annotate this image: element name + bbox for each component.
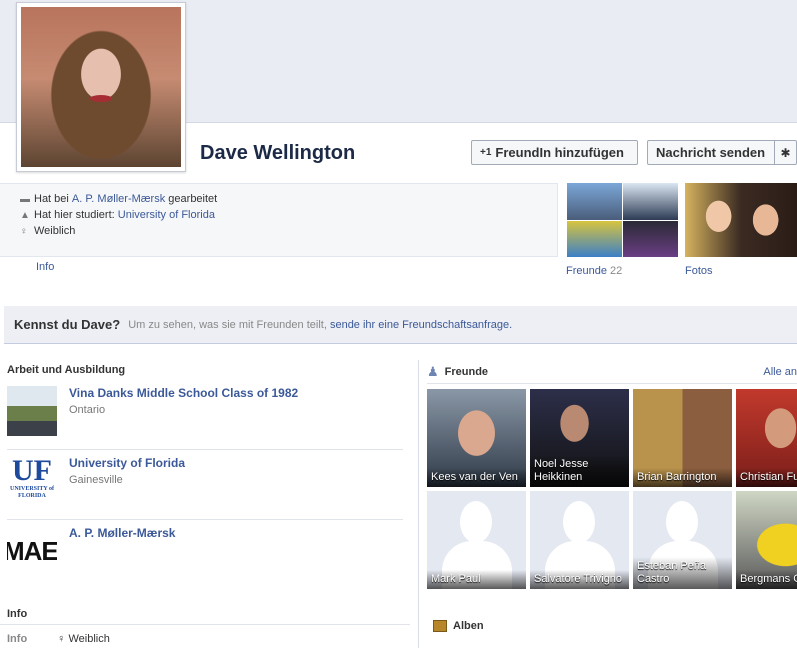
info-heading: Info [0, 604, 410, 625]
column-divider [418, 360, 419, 648]
work-education-section: Arbeit und Ausbildung Vina Danks Middle … [0, 360, 410, 590]
add-friend-button[interactable]: +1 FreundIn hinzufügen [471, 140, 638, 165]
friend-name: Mark Paul [427, 570, 526, 589]
friend-name: Esteban Peña Castro [633, 557, 732, 589]
send-message-button[interactable]: Nachricht senden ✱ [647, 140, 797, 165]
profile-picture[interactable] [16, 2, 186, 172]
friend-name: Noel Jesse Heikkinen [530, 455, 629, 487]
friend-name: Bergmans G [736, 570, 797, 589]
gender-text: Weiblich [34, 225, 76, 237]
work-item-sub: Ontario [69, 404, 106, 416]
briefcase-icon: ▬ [20, 193, 30, 205]
photos-thumbnail[interactable] [685, 183, 797, 257]
friend-tile[interactable]: Christian Fu [736, 389, 797, 487]
maersk-logo-text: MAE [7, 535, 57, 566]
friends-grid: Kees van der Ven Noel Jesse Heikkinen Br… [427, 389, 797, 589]
all-friends-link[interactable]: Alle an [763, 366, 797, 378]
friend-name: Brian Barrington [633, 468, 732, 487]
work-item-title[interactable]: A. P. Møller-Mærsk [69, 526, 175, 540]
friends-label: Freunde [566, 265, 607, 277]
friends-box-heading: Freunde [444, 365, 489, 378]
uf-logo-sub: UNIVERSITY of FLORIDA [10, 486, 54, 499]
section-heading: Arbeit und Ausbildung [7, 364, 126, 376]
photos-thumb-label[interactable]: Fotos [685, 265, 713, 277]
friend-name: Kees van der Ven [427, 468, 526, 487]
add-friend-label: FreundIn hinzufügen [495, 145, 624, 160]
friend-tile[interactable]: Noel Jesse Heikkinen [530, 389, 629, 487]
send-message-label: Nachricht senden [656, 145, 766, 160]
work-item-sub: Gainesville [69, 474, 123, 486]
friend-tile[interactable]: Brian Barrington [633, 389, 732, 487]
friends-count: 22 [610, 265, 623, 277]
work-prefix: Hat bei [34, 193, 69, 205]
maersk-logo[interactable]: MAE [7, 526, 57, 576]
study-prefix: Hat hier studiert: [34, 209, 115, 221]
friend-request-banner: Kennst du Dave? Um zu sehen, was sie mit… [4, 306, 797, 344]
work-item: MAE A. P. Møller-Mærsk [7, 520, 403, 590]
work-suffix: gearbeitet [168, 193, 218, 205]
banner-text: Um zu sehen, was sie mit Freunden teilt,… [128, 318, 513, 331]
add-friend-icon: +1 [480, 147, 492, 158]
info-section: Info Info ♀ Weiblich [0, 604, 410, 653]
graduation-cap-icon: ▲ [20, 209, 30, 221]
friends-icon: ♟ [427, 363, 439, 379]
info-label: Info [7, 633, 28, 645]
work-item-title[interactable]: Vina Danks Middle School Class of 1982 [69, 386, 298, 400]
work-link[interactable]: A. P. Møller-Mærsk [72, 193, 165, 205]
albums-header: Alben [433, 620, 484, 632]
friend-name: Christian Fu [736, 468, 797, 487]
friend-tile[interactable]: Esteban Peña Castro [633, 491, 732, 589]
banner-title: Kennst du Dave? [14, 317, 121, 332]
study-link[interactable]: University of Florida [118, 209, 215, 221]
friends-thumb-label[interactable]: Freunde 22 [566, 265, 622, 277]
gender-row: ♀ Weiblich [20, 223, 557, 239]
info-link[interactable]: Info [36, 261, 54, 273]
work-row: ▬ Hat bei A. P. Møller-Mærsk gearbeitet [20, 191, 557, 207]
intro-box: ▬ Hat bei A. P. Møller-Mærsk gearbeitet … [0, 183, 558, 257]
uf-logo[interactable]: UF UNIVERSITY of FLORIDA [7, 456, 57, 506]
friend-tile[interactable]: Bergmans G [736, 491, 797, 589]
profile-name[interactable]: Dave Wellington [200, 142, 355, 165]
friends-box-header: ♟ Freunde Alle an [427, 360, 797, 384]
info-gender: ♀ Weiblich [57, 633, 110, 645]
study-row: ▲ Hat hier studiert: University of Flori… [20, 207, 557, 223]
friend-tile[interactable]: Salvatore Trivigno [530, 491, 629, 589]
friend-tile[interactable]: Mark Paul [427, 491, 526, 589]
friend-name: Salvatore Trivigno [530, 570, 629, 589]
friends-thumbnail[interactable] [567, 183, 678, 257]
albums-heading: Alben [453, 620, 484, 632]
profile-photo [21, 7, 181, 167]
friend-request-link[interactable]: sende ihr eine Freundschaftsanfrage. [330, 319, 512, 331]
work-item-title[interactable]: University of Florida [69, 456, 185, 470]
school-photo[interactable] [7, 386, 57, 436]
friend-tile[interactable]: Kees van der Ven [427, 389, 526, 487]
gender-icon: ♀ [20, 225, 28, 237]
gear-icon[interactable]: ✱ [774, 141, 796, 164]
work-item: Vina Danks Middle School Class of 1982 O… [7, 380, 403, 450]
album-icon [433, 620, 447, 632]
work-item: UF UNIVERSITY of FLORIDA University of F… [7, 450, 403, 520]
uf-logo-text: UF [12, 456, 52, 487]
friends-box: ♟ Freunde Alle an Kees van der Ven Noel … [427, 360, 797, 589]
